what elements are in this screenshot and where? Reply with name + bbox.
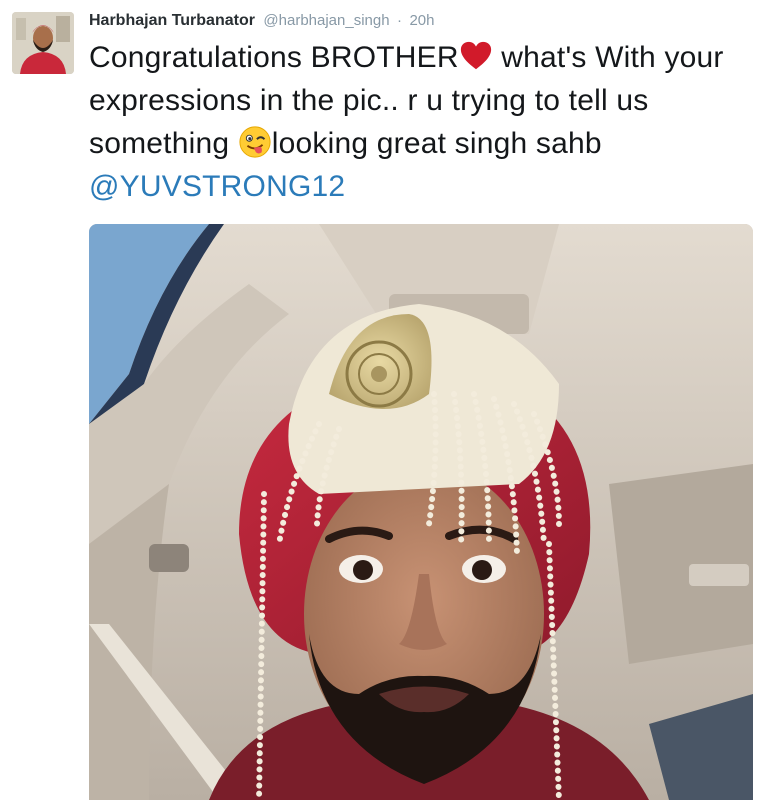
tweet-text: Congratulations BROTHER what's With your…	[89, 36, 757, 208]
red-heart-icon	[460, 41, 491, 70]
mention-link[interactable]: @YUVSTRONG12	[89, 170, 345, 203]
tweet-photo[interactable]	[89, 224, 753, 800]
winking-face-with-tongue-icon	[239, 126, 271, 158]
author-handle[interactable]: @harbhajan_singh	[263, 12, 389, 29]
author-avatar[interactable]	[12, 12, 74, 74]
author-name[interactable]: Harbhajan Turbanator	[89, 12, 255, 29]
tweet-text-part-1: Congratulations BROTHER	[89, 41, 459, 74]
tweet-card: Harbhajan Turbanator @harbhajan_singh · …	[0, 0, 761, 800]
tweet-timestamp[interactable]: 20h	[409, 12, 434, 29]
tweet-header: Harbhajan Turbanator @harbhajan_singh · …	[89, 10, 435, 32]
meta-separator: ·	[397, 12, 403, 29]
tweet-text-part-3: looking great singh sahb	[271, 127, 602, 160]
